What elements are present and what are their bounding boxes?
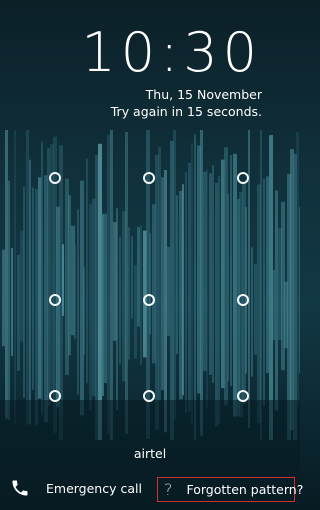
clock-time: 10:30 (81, 21, 262, 84)
question-mark-icon: ? (164, 480, 173, 499)
wallpaper-bar (149, 233, 151, 335)
wallpaper-bar (230, 155, 232, 387)
wallpaper-bar (254, 264, 257, 355)
wallpaper-bar (194, 134, 196, 440)
wallpaper-bar (119, 236, 121, 365)
wallpaper-bar (185, 172, 187, 413)
wallpaper-bar (26, 130, 29, 425)
wallpaper-bar (17, 254, 20, 371)
wallpaper-bar (299, 207, 300, 374)
date-label: Thu, 15 November (145, 87, 262, 102)
wallpaper-bar (161, 177, 164, 391)
pattern-dot-8[interactable] (143, 390, 155, 402)
wallpaper-bar (182, 184, 184, 396)
wallpaper-bar (215, 182, 218, 427)
pattern-dot-2[interactable] (143, 172, 155, 184)
wallpaper-bar (32, 187, 34, 390)
wallpaper-bar (74, 244, 76, 340)
wallpaper-bar (173, 130, 176, 421)
wallpaper-bar (128, 227, 130, 360)
pattern-dot-1[interactable] (49, 172, 61, 184)
wallpaper-bar (191, 143, 193, 426)
pattern-dot-3[interactable] (237, 172, 249, 184)
wallpaper-bar (251, 247, 253, 377)
wallpaper-bar (164, 170, 167, 433)
wallpaper-bar (5, 130, 8, 419)
wallpaper-bar (107, 134, 110, 434)
lockscreen-footer: Emergency call ? Forgotten pattern? (0, 466, 303, 510)
wallpaper-bar (8, 180, 10, 421)
wallpaper-bar (110, 130, 113, 440)
wallpaper-bar (101, 213, 104, 397)
wallpaper-bar (209, 173, 212, 375)
wallpaper-bar (104, 213, 107, 384)
wallpaper-bar (77, 209, 79, 395)
wallpaper-bar (137, 226, 140, 327)
wallpaper-bar (260, 130, 262, 440)
wallpaper-bar (245, 207, 247, 374)
wallpaper-bar (266, 176, 269, 374)
pattern-dot-5[interactable] (143, 294, 155, 306)
emergency-call-button[interactable]: Emergency call (4, 466, 154, 510)
wallpaper-bar (212, 165, 214, 384)
wallpaper-bar (89, 204, 92, 410)
wallpaper-bar (23, 186, 25, 399)
wallpaper-bar (188, 162, 191, 412)
wallpaper-bar (83, 267, 85, 356)
wallpaper-bar (41, 141, 43, 416)
emergency-call-label: Emergency call (46, 480, 142, 496)
wallpaper-bar (47, 147, 50, 407)
wallpaper-bar (62, 244, 64, 316)
pattern-dot-6[interactable] (237, 294, 249, 306)
forgotten-pattern-button[interactable]: ? Forgotten pattern? (157, 477, 303, 502)
pattern-dot-9[interactable] (237, 390, 249, 402)
wallpaper-bar (272, 270, 275, 340)
wallpaper-bar (35, 189, 38, 426)
forgotten-pattern-label: Forgotten pattern? (186, 482, 304, 497)
wallpaper-bar (263, 178, 265, 406)
wallpaper-bar (167, 246, 170, 336)
wallpaper-bar (2, 249, 5, 347)
lockout-message: Try again in 15 seconds. (110, 104, 262, 119)
wallpaper-bar (116, 208, 118, 411)
wallpaper-bar (11, 248, 13, 356)
wallpaper-bar (125, 131, 128, 434)
wallpaper-bar (140, 225, 142, 365)
wallpaper-bar (158, 147, 161, 401)
carrier-name: airtel (133, 446, 167, 461)
wallpaper-bar (131, 236, 133, 319)
wallpaper-bar (29, 159, 31, 425)
phone-icon (10, 478, 30, 498)
wallpaper-bar (68, 195, 71, 356)
wallpaper-bar (227, 193, 229, 381)
wallpaper-bar (176, 195, 178, 355)
wallpaper-bar (86, 158, 88, 384)
wallpaper-bar (134, 264, 137, 359)
wallpaper-bar (14, 130, 16, 425)
wallpaper-bar (275, 190, 278, 411)
wallpaper-bar (95, 155, 98, 440)
wallpaper-bar (206, 169, 208, 409)
wallpaper-bar (218, 176, 220, 424)
wallpaper-bar (200, 130, 203, 436)
pattern-dot-4[interactable] (49, 294, 61, 306)
pattern-dot-7[interactable] (49, 390, 61, 402)
wallpaper-bar (296, 132, 299, 407)
